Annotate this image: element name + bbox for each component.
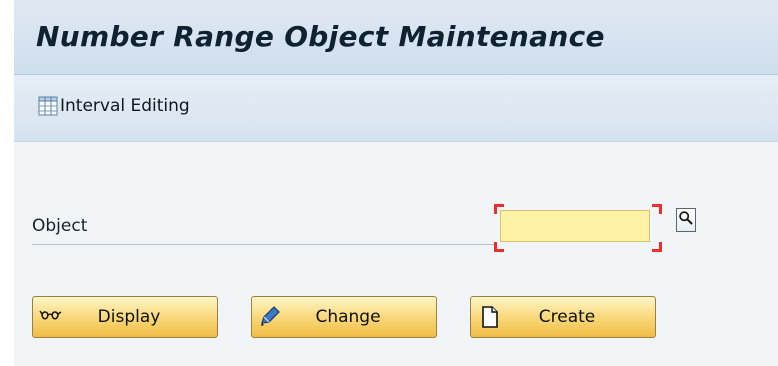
object-label: Object: [32, 216, 88, 236]
main-content: Object Display Change Create: [14, 142, 778, 366]
object-input-container: [494, 204, 662, 252]
create-button-label: Create: [538, 307, 596, 327]
interval-editing-label: Interval Editing: [60, 96, 190, 116]
pencil-icon: [258, 305, 282, 329]
create-button[interactable]: Create: [470, 296, 656, 338]
required-marker-bottom-left: [494, 242, 504, 252]
search-icon: [678, 210, 694, 230]
change-button-label: Change: [315, 307, 381, 327]
application-toolbar: Interval Editing: [14, 75, 778, 142]
required-marker-top-right: [652, 204, 662, 214]
page-title: Number Range Object Maintenance: [36, 20, 605, 53]
title-bar: Number Range Object Maintenance: [14, 0, 778, 75]
glasses-icon: [39, 305, 63, 329]
object-search-help-button[interactable]: [676, 208, 696, 232]
display-button-label: Display: [97, 307, 161, 327]
change-button[interactable]: Change: [251, 296, 437, 338]
object-input[interactable]: [500, 210, 650, 242]
interval-editing-button[interactable]: Interval Editing: [38, 94, 190, 118]
display-button[interactable]: Display: [32, 296, 218, 338]
document-icon: [477, 305, 501, 329]
required-marker-bottom-right: [652, 242, 662, 252]
sap-window: Number Range Object Maintenance Interval…: [0, 0, 778, 366]
left-window-edge: [0, 0, 14, 366]
object-field-underline: [32, 244, 496, 245]
table-grid-icon: [38, 96, 58, 116]
